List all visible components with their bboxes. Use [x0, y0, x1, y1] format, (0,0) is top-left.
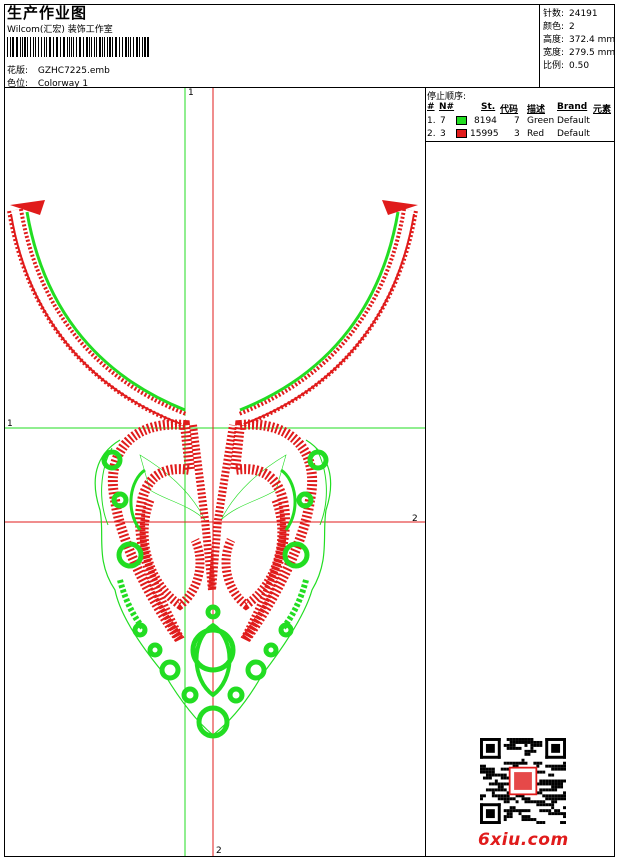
embroidery-design-canvas [5, 88, 425, 856]
site-watermark: 6xiu.com [478, 830, 569, 850]
qr-code-icon [480, 738, 566, 824]
right-neck-band-red [237, 208, 418, 428]
seal-icon [514, 772, 532, 790]
axis-label-h2: 2 [412, 514, 418, 524]
axis-label-v1: 1 [188, 88, 194, 98]
left-neck-band-red [7, 208, 188, 428]
axis-label-v2: 2 [216, 846, 222, 856]
axis-label-h1: 1 [7, 419, 13, 429]
